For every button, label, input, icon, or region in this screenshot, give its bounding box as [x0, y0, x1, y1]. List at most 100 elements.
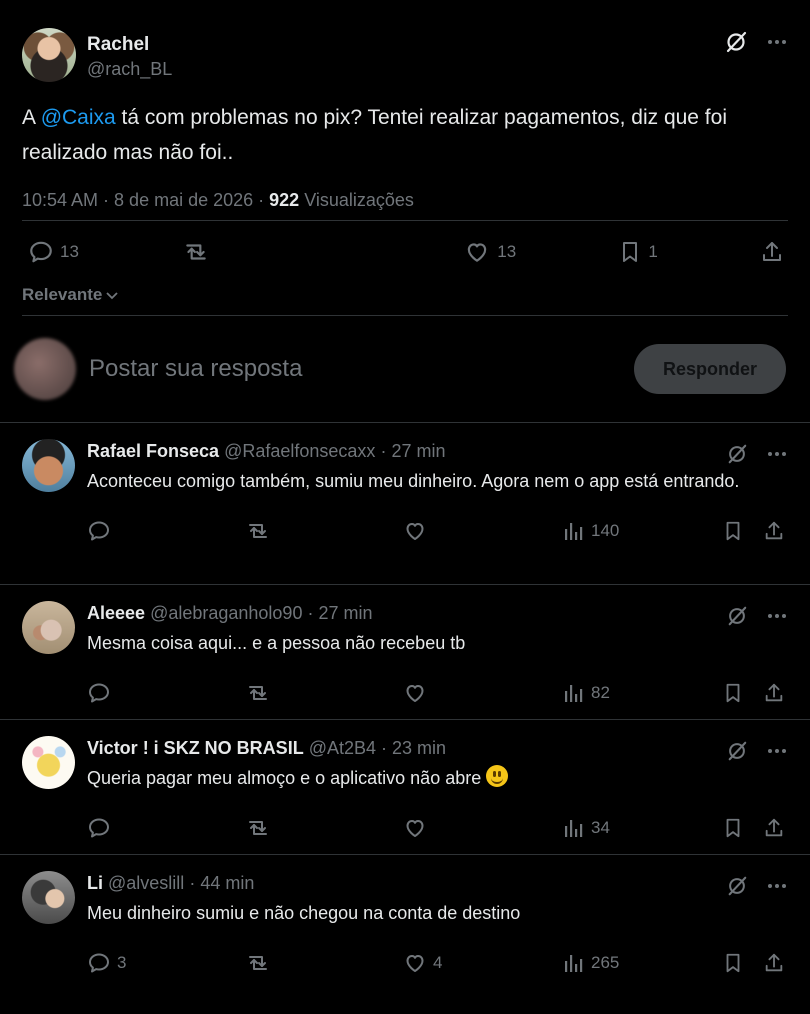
avatar[interactable]	[22, 871, 75, 924]
reply-button[interactable]: 13	[28, 239, 79, 265]
reply-text: Queria pagar meu almoço e o aplicativo n…	[87, 768, 482, 788]
avatar[interactable]	[22, 601, 75, 654]
share-button[interactable]	[763, 519, 785, 543]
reply-author-name[interactable]: Victor ! i SKZ NO BRASIL	[87, 738, 304, 758]
share-icon	[765, 521, 783, 540]
repost-button[interactable]	[244, 681, 272, 705]
post-timestamp[interactable]: 10:54 AM · 8 de mai de 2026	[22, 190, 253, 210]
repost-icon	[249, 956, 267, 970]
repost-button[interactable]	[244, 519, 272, 543]
more-icon[interactable]	[766, 30, 788, 54]
bookmark-icon	[623, 242, 638, 262]
reply-item[interactable]: Victor ! i SKZ NO BRASIL @At2B4 · 23 min…	[0, 719, 810, 854]
grok-icon[interactable]	[724, 30, 748, 54]
views-icon	[565, 955, 583, 972]
views-button[interactable]: 140	[563, 520, 619, 542]
repost-icon	[186, 244, 206, 260]
grok-icon[interactable]	[726, 605, 748, 627]
more-icon[interactable]	[766, 605, 788, 627]
views-icon	[565, 685, 583, 702]
reply-input[interactable]: Postar sua resposta	[89, 355, 634, 383]
share-button[interactable]	[763, 816, 785, 840]
reply-author-name[interactable]: Rafael Fonseca	[87, 441, 219, 461]
reply-author-handle[interactable]: @Rafaelfonsecaxx	[224, 441, 375, 461]
reply-action-bar: 3 4 265	[87, 934, 788, 992]
like-count: 13	[497, 242, 517, 261]
reply-author-name[interactable]: Li	[87, 873, 103, 893]
sort-dropdown[interactable]: Relevante	[22, 275, 788, 315]
views-button[interactable]: 265	[563, 952, 619, 974]
bookmark-button[interactable]	[722, 519, 744, 543]
mention-link[interactable]: @Caixa	[41, 106, 116, 129]
separator: ·	[375, 441, 392, 461]
repost-icon	[249, 524, 267, 538]
reply-action-bar: 140	[87, 502, 788, 560]
share-button[interactable]	[763, 681, 785, 705]
post-detail-page: Rachel @rach_BL A @Caixa tá com problema…	[0, 0, 810, 1014]
avatar[interactable]	[22, 439, 75, 492]
reply-action-bar: 82	[87, 664, 788, 722]
more-icon[interactable]	[766, 443, 788, 465]
views-count: 140	[591, 521, 620, 540]
bookmark-button[interactable]	[722, 816, 744, 840]
repost-button[interactable]	[244, 816, 272, 840]
reply-author-handle[interactable]: @At2B4	[309, 738, 376, 758]
grok-icon[interactable]	[726, 875, 748, 897]
reply-button[interactable]	[87, 519, 117, 543]
bookmark-icon	[726, 953, 740, 973]
avatar[interactable]	[22, 736, 75, 789]
reply-author-handle[interactable]: @alveslill	[108, 873, 184, 893]
reply-item[interactable]: Li @alveslill · 44 min Meu dinheiro sumi…	[0, 854, 810, 989]
bookmark-icon	[726, 683, 740, 703]
reply-time[interactable]: 27 min	[318, 603, 372, 623]
like-button[interactable]: 13	[463, 239, 516, 265]
views-count: 265	[591, 953, 620, 972]
avatar[interactable]	[22, 28, 76, 82]
reply-button[interactable]: 3	[87, 951, 126, 975]
author-name[interactable]: Rachel	[87, 33, 172, 57]
reply-item[interactable]: Rafael Fonseca @Rafaelfonsecaxx · 27 min…	[0, 422, 810, 584]
responder-button[interactable]: Responder	[634, 344, 786, 394]
bookmark-icon	[726, 521, 740, 541]
reply-item[interactable]: Aleeee @alebraganholo90 · 27 min Mesma c…	[0, 584, 810, 719]
reply-button[interactable]	[87, 816, 117, 840]
reply-composer: Postar sua resposta Responder	[0, 316, 810, 422]
views-button[interactable]: 82	[563, 682, 610, 704]
like-icon	[468, 243, 487, 262]
sort-label: Relevante	[22, 285, 103, 304]
reply-author-name[interactable]: Aleeee	[87, 603, 145, 623]
like-button[interactable]	[403, 681, 433, 705]
bookmark-button[interactable]	[722, 951, 744, 975]
author-handle[interactable]: @rach_BL	[87, 57, 172, 81]
like-button[interactable]	[403, 519, 433, 543]
more-icon[interactable]	[766, 740, 788, 762]
reply-time[interactable]: 27 min	[391, 441, 445, 461]
grok-icon[interactable]	[726, 740, 748, 762]
repost-icon	[249, 686, 267, 700]
more-icon[interactable]	[766, 875, 788, 897]
bookmark-button[interactable]: 1	[618, 239, 658, 265]
post-text-rest: tá com problemas no pix? Tentei realizar…	[22, 106, 727, 164]
reply-time[interactable]: 23 min	[392, 738, 446, 758]
reply-text-line: Queria pagar meu almoço e o aplicativo n…	[87, 763, 788, 793]
reply-button[interactable]	[87, 681, 117, 705]
reply-icon	[89, 818, 109, 838]
reply-header: Victor ! i SKZ NO BRASIL @At2B4 · 23 min	[87, 736, 788, 762]
views-count: 82	[591, 683, 610, 702]
grok-icon[interactable]	[726, 443, 748, 465]
repost-button[interactable]	[244, 951, 272, 975]
repost-button[interactable]	[181, 239, 211, 265]
views-button[interactable]: 34	[563, 817, 610, 839]
views-icon	[565, 523, 583, 540]
reply-icon	[89, 521, 109, 541]
bookmark-button[interactable]	[722, 681, 744, 705]
reply-author-handle[interactable]: @alebraganholo90	[150, 603, 302, 623]
reply-header: Rafael Fonseca @Rafaelfonsecaxx · 27 min	[87, 439, 788, 465]
like-button[interactable]	[403, 816, 433, 840]
reply-icon	[89, 953, 109, 973]
share-button[interactable]	[760, 239, 784, 265]
share-button[interactable]	[763, 951, 785, 975]
like-button[interactable]: 4	[403, 951, 442, 975]
reply-time[interactable]: 44 min	[200, 873, 254, 893]
reply-action-bar: 34	[87, 799, 788, 857]
